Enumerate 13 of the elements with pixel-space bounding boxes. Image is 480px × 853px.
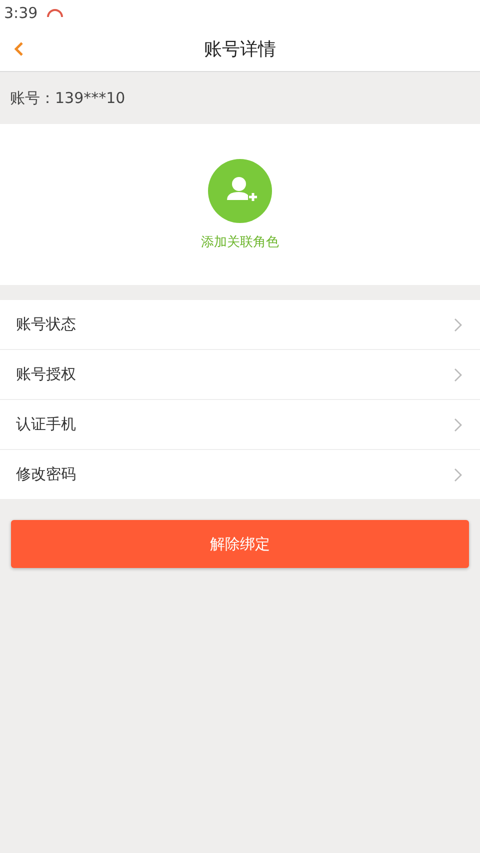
back-icon[interactable] (14, 41, 24, 57)
menu-item[interactable]: 认证手机 (0, 400, 480, 450)
page-title: 账号详情 (204, 38, 276, 60)
menu-item[interactable]: 账号状态 (0, 300, 480, 350)
account-label: 账号：139***10 (9, 88, 126, 108)
menu-item[interactable]: 账号授权 (0, 350, 480, 400)
chevron-icon (454, 418, 462, 432)
status-time: 3:39 (4, 4, 38, 22)
menu-item[interactable]: 修改密码 (0, 450, 480, 499)
chevron-icon (454, 368, 462, 382)
chevron-icon (454, 468, 462, 482)
chevron-icon (454, 318, 462, 332)
add-user-icon[interactable] (208, 158, 272, 222)
